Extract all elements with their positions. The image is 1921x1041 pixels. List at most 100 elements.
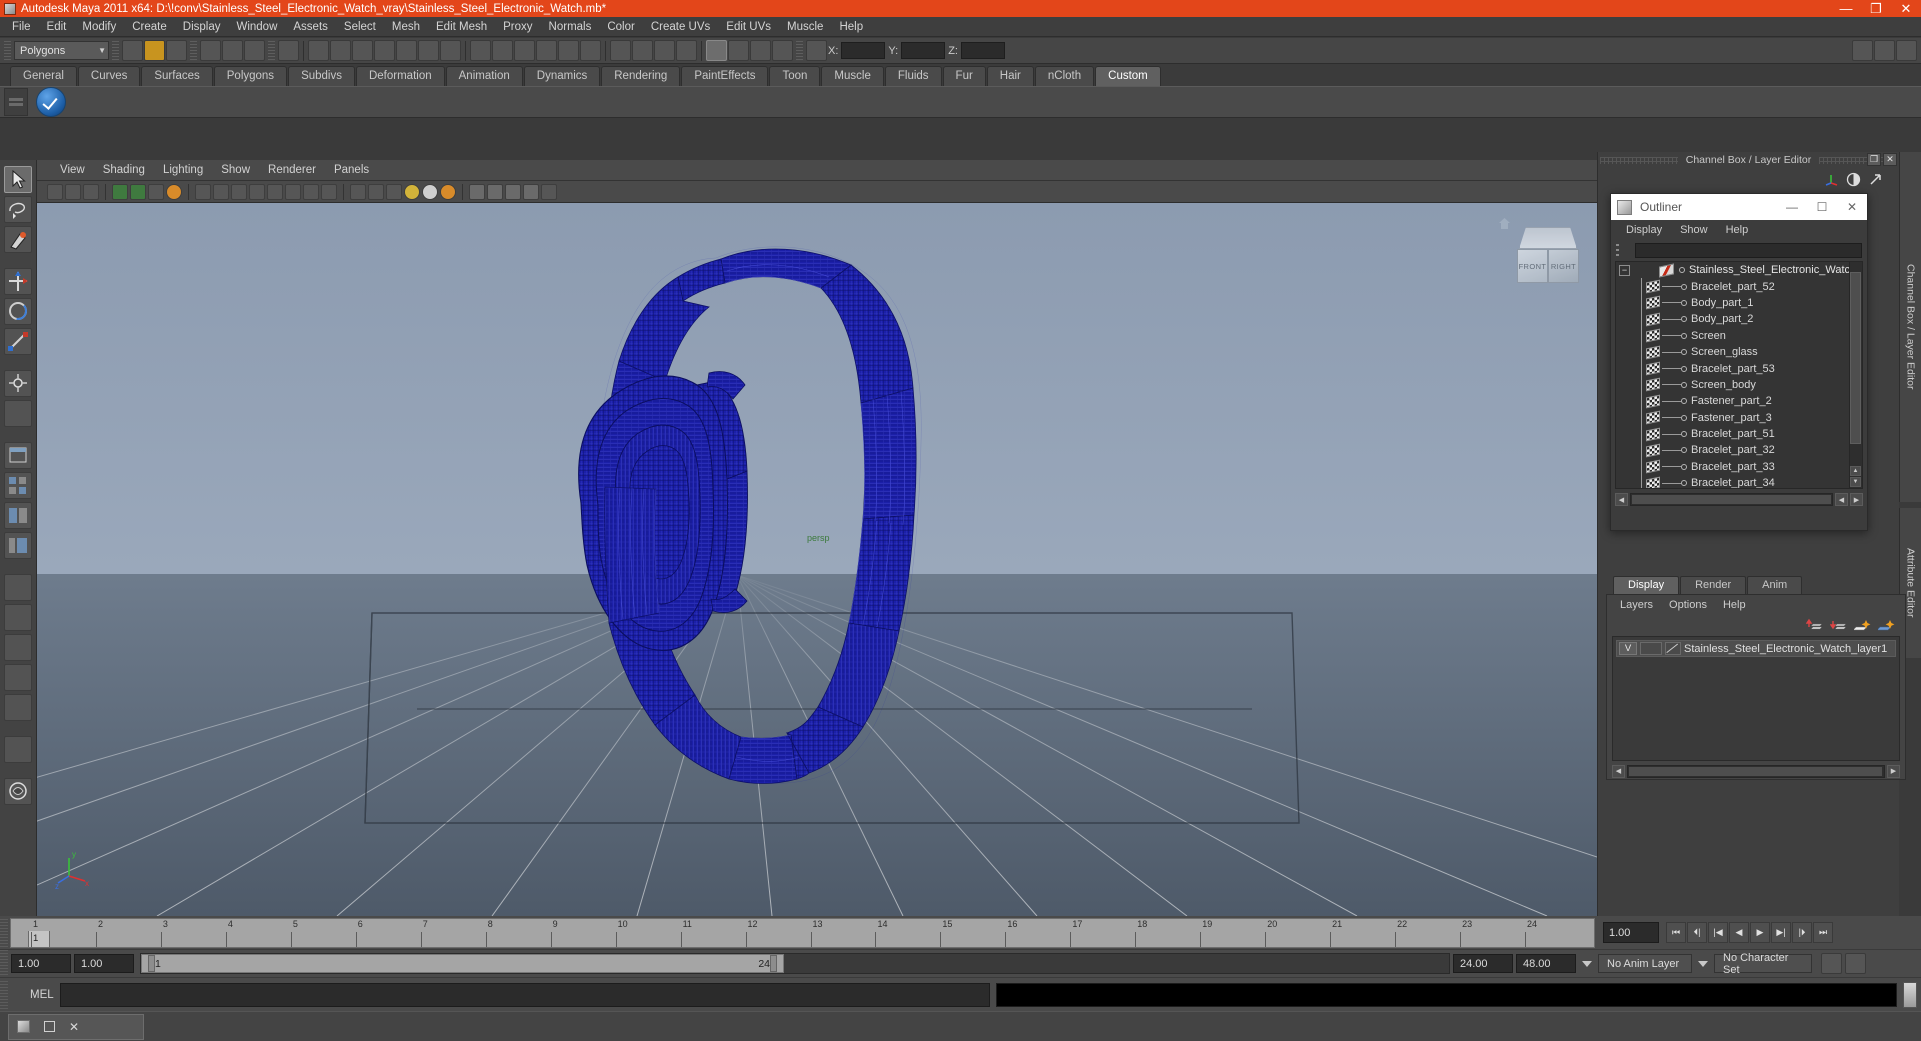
new-scene-button[interactable] xyxy=(122,40,143,61)
outliner-item[interactable]: Fastener_part_2 xyxy=(1616,393,1849,409)
animation-start-time-field[interactable]: 1.00 xyxy=(11,954,71,973)
toolbar-grip-3[interactable] xyxy=(190,40,197,61)
outliner-item[interactable]: Screen_glass xyxy=(1616,344,1849,360)
move-layer-down-icon[interactable] xyxy=(1830,618,1847,633)
layer-playback-toggle[interactable] xyxy=(1640,642,1662,655)
select-camera-icon[interactable] xyxy=(47,183,63,200)
perspective-viewport[interactable]: View Shading Lighting Show Renderer Panels xyxy=(37,160,1597,916)
bookmark-icon[interactable] xyxy=(112,183,128,200)
layer-editor-tab-render[interactable]: Render xyxy=(1680,576,1747,594)
toolbar-grip[interactable] xyxy=(4,40,11,61)
step-forward-key-button[interactable]: |⏵ xyxy=(1792,922,1812,943)
render-current-frame-button[interactable] xyxy=(632,40,653,61)
layer-hscroll-left-button[interactable]: ◀ xyxy=(1612,764,1625,778)
command-input[interactable] xyxy=(59,982,990,1007)
coord-y-input[interactable] xyxy=(901,42,946,59)
outliner-item[interactable]: Bracelet_part_34 xyxy=(1616,475,1849,488)
open-scene-button[interactable] xyxy=(144,40,165,61)
layer-editor-tab-anim[interactable]: Anim xyxy=(1747,576,1803,594)
select-tool[interactable] xyxy=(4,166,32,193)
select-by-component-type-button[interactable] xyxy=(244,40,265,61)
menu-item-modify[interactable]: Modify xyxy=(74,19,124,35)
exposure-icon[interactable] xyxy=(505,183,521,200)
minimize-button[interactable]: — xyxy=(1831,0,1861,17)
layer-list[interactable]: V Stainless_Steel_Electronic_Watch_layer… xyxy=(1612,636,1900,761)
shelf-tab-general[interactable]: General xyxy=(10,66,77,86)
camera-attributes-icon[interactable] xyxy=(83,183,99,200)
range-slider-track[interactable]: 1 24 xyxy=(140,953,1450,974)
shelf-tab-polygons[interactable]: Polygons xyxy=(213,66,288,86)
wireframe-on-shaded-icon[interactable] xyxy=(303,183,319,200)
command-language-label[interactable]: MEL xyxy=(30,989,54,1001)
shelf-tab-ncloth[interactable]: nCloth xyxy=(1034,66,1095,86)
lock-camera-icon[interactable] xyxy=(65,183,81,200)
outliner-scroll-up-button[interactable]: ▲ xyxy=(1850,466,1861,476)
menu-item-select[interactable]: Select xyxy=(336,19,384,35)
view-cube[interactable]: FRONT RIGHT xyxy=(1517,227,1579,283)
command-line-grip[interactable] xyxy=(0,980,8,1009)
flat-shade-icon[interactable] xyxy=(249,183,265,200)
new-layer-from-selected-icon[interactable] xyxy=(1878,618,1895,633)
outliner-maximize-button[interactable]: ☐ xyxy=(1807,194,1837,220)
layer-row[interactable]: V Stainless_Steel_Electronic_Watch_layer… xyxy=(1616,640,1896,657)
two-d-pan-zoom-icon[interactable] xyxy=(148,183,164,200)
sidebar-toggle-3-button[interactable] xyxy=(1896,40,1917,61)
shelf-tab-painteffects[interactable]: PaintEffects xyxy=(681,66,769,86)
outliner-search-input[interactable] xyxy=(1635,242,1862,258)
close-button[interactable]: ✕ xyxy=(1891,0,1921,17)
range-slider-grip[interactable] xyxy=(0,949,8,978)
outliner-menu-display[interactable]: Display xyxy=(1617,223,1671,237)
sidebar-toggle-2-button[interactable] xyxy=(1874,40,1895,61)
outliner-item[interactable]: Screen xyxy=(1616,328,1849,344)
range-start-handle[interactable] xyxy=(148,955,155,972)
layout-single-pane-button[interactable] xyxy=(4,442,32,469)
outliner-vertical-scrollbar[interactable]: ▲ ▼ xyxy=(1849,262,1862,488)
outliner-hscroll-thumb[interactable] xyxy=(1632,495,1831,504)
isolate-select-icon[interactable] xyxy=(469,183,485,200)
outliner-tree[interactable]: − Stainless_Steel_Electronic_Watch Bracele… xyxy=(1615,261,1863,489)
step-back-key-button[interactable]: ⏴| xyxy=(1687,922,1707,943)
lines-mask-button[interactable] xyxy=(352,40,373,61)
character-set-dropdown-icon[interactable] xyxy=(1698,960,1708,967)
toolbar-grip-5[interactable] xyxy=(796,40,803,61)
current-frame-field[interactable]: 1.00 xyxy=(1603,922,1659,943)
playback-end-time-field[interactable]: 24.00 xyxy=(1453,954,1513,973)
viewport-menu-view[interactable]: View xyxy=(51,163,94,177)
outliner-minimize-button[interactable]: — xyxy=(1777,194,1807,220)
anim-layer-selector[interactable]: No Anim Layer xyxy=(1598,954,1692,973)
show-manipulator-tool[interactable] xyxy=(4,370,32,397)
paint-effects-canvas-button[interactable] xyxy=(4,778,32,805)
go-to-end-button[interactable]: ⏭ xyxy=(1813,922,1833,943)
layout-extra-button[interactable] xyxy=(4,736,32,763)
layer-menu-help[interactable]: Help xyxy=(1715,598,1754,612)
layout-custom-button[interactable] xyxy=(4,694,32,721)
shelf-tab-animation[interactable]: Animation xyxy=(445,66,523,86)
high-quality-render-icon[interactable] xyxy=(440,183,456,200)
outliner-item[interactable]: Bracelet_part_51 xyxy=(1616,426,1849,442)
range-slider-range[interactable]: 1 24 xyxy=(141,954,784,973)
time-slider-track[interactable]: 1 1 2 3 4 5 6 7 8 9 10 11 12 13 14 15 16 17 18 19 20 21 22 23 2… xyxy=(10,917,1595,948)
outliner-window[interactable]: Outliner — ☐ ✕ Display Show Help − Stainles… xyxy=(1610,193,1868,531)
viewport-settings-icon[interactable] xyxy=(541,183,557,200)
character-set-selector[interactable]: No Character Set xyxy=(1714,952,1812,976)
make-live-button[interactable] xyxy=(580,40,601,61)
grease-pencil-icon[interactable] xyxy=(166,183,182,200)
new-layer-icon[interactable] xyxy=(1854,618,1871,633)
attribute-editor-toggle-button[interactable] xyxy=(728,40,749,61)
filter-list-icon[interactable] xyxy=(1616,244,1630,256)
uvs-mask-button[interactable] xyxy=(396,40,417,61)
construction-history-button[interactable] xyxy=(806,40,827,61)
use-default-lighting-icon[interactable] xyxy=(350,183,366,200)
last-tool-used[interactable] xyxy=(4,400,32,427)
channel-box-side-tab[interactable]: Channel Box / Layer Editor xyxy=(1899,152,1921,502)
bounding-box-icon[interactable] xyxy=(267,183,283,200)
menu-item-edit-uvs[interactable]: Edit UVs xyxy=(718,19,779,35)
time-slider-grip[interactable] xyxy=(0,918,8,947)
command-output[interactable] xyxy=(995,982,1897,1007)
faces-mask-button[interactable] xyxy=(374,40,395,61)
scale-tool[interactable] xyxy=(4,328,32,355)
shelf-tab-dynamics[interactable]: Dynamics xyxy=(523,66,601,86)
layout-persp-graph-button[interactable] xyxy=(4,604,32,631)
layer-menu-layers[interactable]: Layers xyxy=(1612,598,1661,612)
snap-to-grid-button[interactable] xyxy=(470,40,491,61)
